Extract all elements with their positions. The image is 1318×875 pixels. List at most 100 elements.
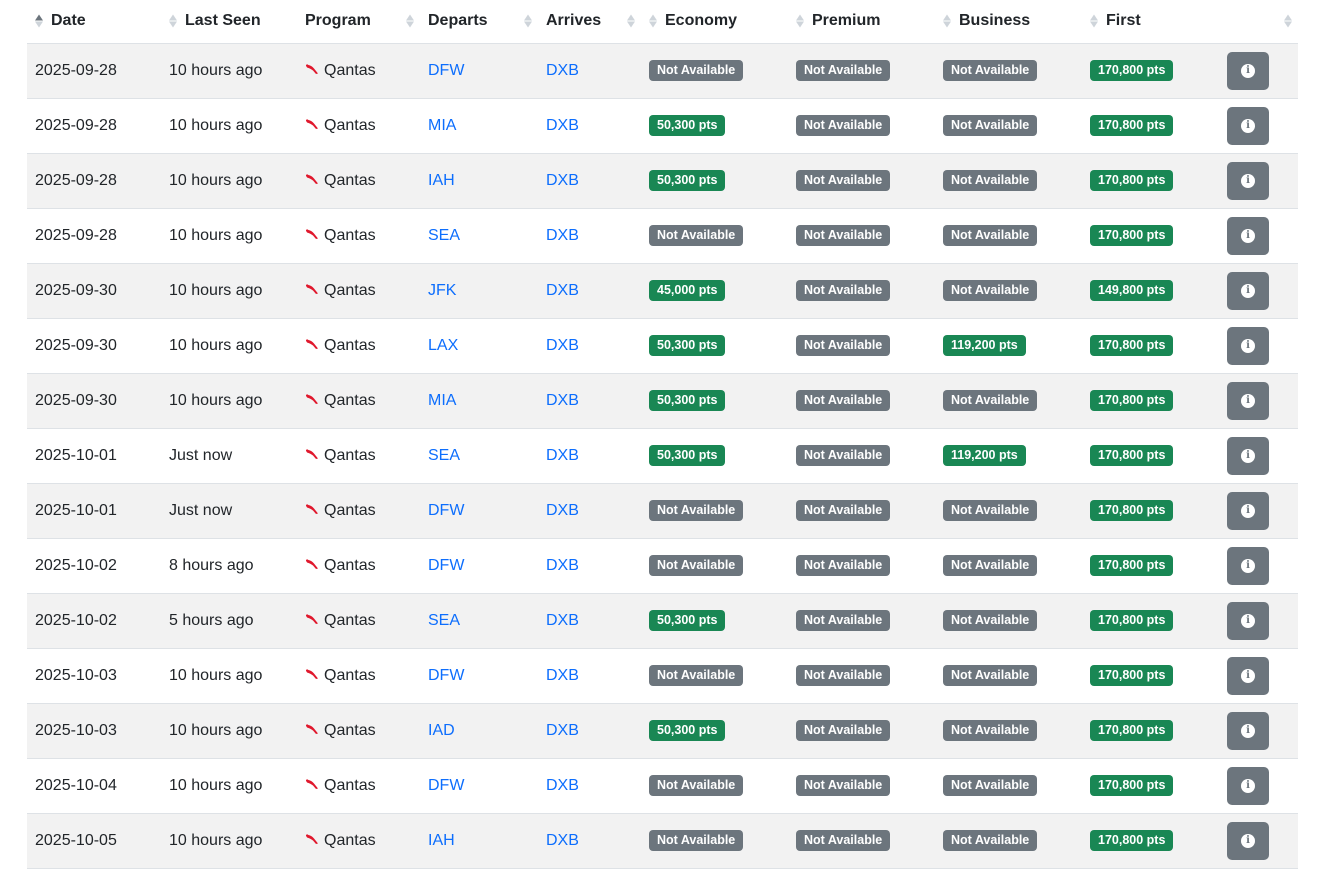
departs-airport-link[interactable]: DFW (428, 777, 464, 794)
qantas-kangaroo-icon (305, 557, 319, 575)
details-cell: i (1219, 318, 1298, 374)
departs-airport-link[interactable]: SEA (428, 612, 460, 629)
program-cell: Qantas (297, 43, 420, 99)
sort-icon (169, 14, 177, 28)
details-button[interactable]: i (1227, 656, 1269, 695)
departs-airport-link[interactable]: MIA (428, 117, 456, 134)
first-fare-badge: 170,800 pts (1090, 610, 1174, 631)
column-header-first[interactable]: First (1082, 0, 1219, 44)
column-header-arrives[interactable]: Arrives (538, 0, 641, 44)
business-fare-badge: Not Available (943, 225, 1038, 246)
departs-airport-link[interactable]: SEA (428, 227, 460, 244)
column-header-premium[interactable]: Premium (788, 0, 935, 44)
economy-cell: Not Available (641, 648, 788, 704)
details-button[interactable]: i (1227, 326, 1269, 365)
table-row: 2025-09-28 10 hours ago Qantas IAH DXB 50,300… (27, 153, 1298, 209)
departs-airport-link[interactable]: IAH (428, 832, 455, 849)
arrives-airport-link[interactable]: DXB (546, 172, 579, 189)
details-button[interactable]: i (1227, 766, 1269, 805)
arrives-airport-link[interactable]: DXB (546, 722, 579, 739)
departs-airport-link[interactable]: JFK (428, 282, 456, 299)
departs-airport-link[interactable]: MIA (428, 392, 456, 409)
column-header-business-label: Business (959, 12, 1031, 30)
details-button[interactable]: i (1227, 491, 1269, 530)
arrives-airport-link[interactable]: DXB (546, 282, 579, 299)
departs-airport-link[interactable]: IAH (428, 172, 455, 189)
premium-fare-badge: Not Available (796, 280, 891, 301)
premium-cell: Not Available (788, 593, 935, 649)
details-button[interactable]: i (1227, 711, 1269, 750)
last-seen-cell: 10 hours ago (161, 813, 297, 869)
details-button[interactable]: i (1227, 106, 1269, 145)
departs-cell: DFW (420, 538, 538, 594)
column-header-economy-label: Economy (665, 12, 738, 30)
first-fare-badge: 170,800 pts (1090, 60, 1174, 81)
departs-airport-link[interactable]: DFW (428, 667, 464, 684)
departs-airport-link[interactable]: DFW (428, 502, 464, 519)
business-cell: Not Available (935, 593, 1082, 649)
departs-airport-link[interactable]: DFW (428, 557, 464, 574)
arrives-airport-link[interactable]: DXB (546, 62, 579, 79)
details-button[interactable]: i (1227, 271, 1269, 310)
details-button[interactable]: i (1227, 601, 1269, 640)
arrives-cell: DXB (538, 373, 641, 429)
details-button[interactable]: i (1227, 436, 1269, 475)
economy-fare-badge: Not Available (649, 555, 744, 576)
arrives-airport-link[interactable]: DXB (546, 117, 579, 134)
business-fare-badge: Not Available (943, 555, 1038, 576)
premium-cell: Not Available (788, 373, 935, 429)
details-button[interactable]: i (1227, 821, 1269, 860)
details-button[interactable]: i (1227, 161, 1269, 200)
details-button[interactable]: i (1227, 216, 1269, 255)
departs-cell: DFW (420, 648, 538, 704)
details-button[interactable]: i (1227, 381, 1269, 420)
info-circle-icon: i (1241, 283, 1255, 298)
sort-icon (406, 14, 414, 28)
last-seen-cell: 5 hours ago (161, 593, 297, 649)
economy-cell: Not Available (641, 43, 788, 99)
economy-cell: 50,300 pts (641, 703, 788, 759)
arrives-airport-link[interactable]: DXB (546, 502, 579, 519)
premium-fare-badge: Not Available (796, 610, 891, 631)
column-header-economy[interactable]: Economy (641, 0, 788, 44)
column-header-business[interactable]: Business (935, 0, 1082, 44)
arrives-airport-link[interactable]: DXB (546, 337, 579, 354)
economy-fare-badge: Not Available (649, 60, 744, 81)
details-button[interactable]: i (1227, 51, 1269, 90)
economy-cell: Not Available (641, 538, 788, 594)
date-cell: 2025-10-03 (27, 648, 161, 704)
arrives-airport-link[interactable]: DXB (546, 612, 579, 629)
premium-cell: Not Available (788, 98, 935, 154)
arrives-airport-link[interactable]: DXB (546, 832, 579, 849)
table-row: 2025-09-28 10 hours ago Qantas DFW DXB Not Av… (27, 43, 1298, 99)
premium-fare-badge: Not Available (796, 390, 891, 411)
column-header-last-seen[interactable]: Last Seen (161, 0, 297, 44)
arrives-cell: DXB (538, 538, 641, 594)
column-header-program[interactable]: Program (297, 0, 420, 44)
table-row: 2025-09-30 10 hours ago Qantas JFK DXB 45,000… (27, 263, 1298, 319)
details-cell: i (1219, 43, 1298, 99)
column-header-details[interactable] (1219, 0, 1298, 44)
arrives-airport-link[interactable]: DXB (546, 557, 579, 574)
header-row: Date Last Seen Program Departs Arrives E… (27, 0, 1298, 44)
departs-airport-link[interactable]: DFW (428, 62, 464, 79)
qantas-kangaroo-icon (305, 392, 319, 410)
arrives-airport-link[interactable]: DXB (546, 667, 579, 684)
departs-airport-link[interactable]: IAD (428, 722, 455, 739)
departs-airport-link[interactable]: SEA (428, 447, 460, 464)
table-row: 2025-10-01 Just now Qantas SEA DXB 50,300 pts… (27, 428, 1298, 484)
column-header-departs[interactable]: Departs (420, 0, 538, 44)
table-row: 2025-09-28 10 hours ago Qantas MIA DXB 50,300… (27, 98, 1298, 154)
business-fare-badge: Not Available (943, 775, 1038, 796)
column-header-date[interactable]: Date (27, 0, 161, 44)
arrives-airport-link[interactable]: DXB (546, 392, 579, 409)
departs-airport-link[interactable]: LAX (428, 337, 458, 354)
details-button[interactable]: i (1227, 546, 1269, 585)
arrives-airport-link[interactable]: DXB (546, 447, 579, 464)
details-cell: i (1219, 153, 1298, 209)
arrives-airport-link[interactable]: DXB (546, 227, 579, 244)
premium-cell: Not Available (788, 428, 935, 484)
economy-fare-badge: 50,300 pts (649, 445, 726, 466)
first-fare-badge: 170,800 pts (1090, 390, 1174, 411)
arrives-airport-link[interactable]: DXB (546, 777, 579, 794)
